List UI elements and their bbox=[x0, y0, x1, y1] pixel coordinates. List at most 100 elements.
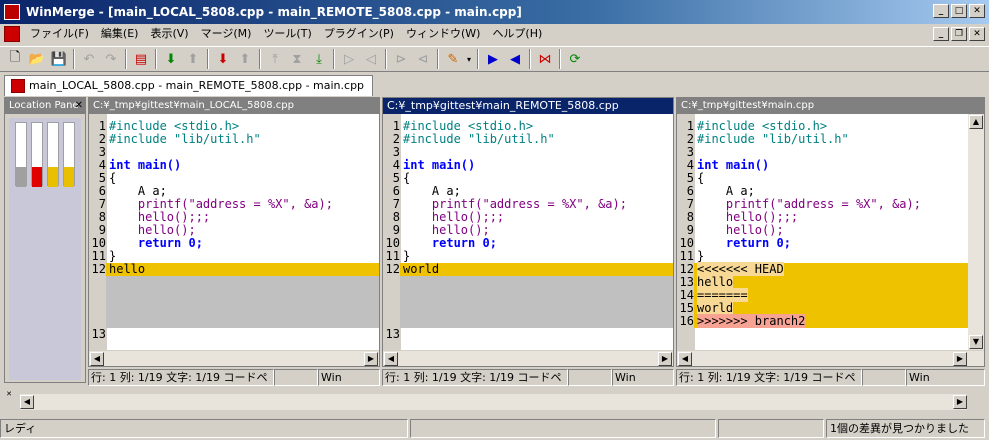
middle-horizontal-scrollbar[interactable]: ◀ ▶ bbox=[383, 350, 673, 366]
left-code[interactable]: 1 #include <stdio.h> 2 #include "lib/util.… bbox=[89, 120, 379, 341]
missing-lines-block bbox=[383, 276, 673, 328]
code-line: 10 return 0; bbox=[89, 237, 379, 250]
close-button[interactable]: ✕ bbox=[969, 4, 985, 18]
conflict-marker-head: <<<<<<< HEAD bbox=[697, 262, 784, 276]
menu-file[interactable]: ファイル(F) bbox=[24, 25, 95, 43]
copy-left-advance-icon[interactable]: ⊲ bbox=[412, 48, 434, 70]
scroll-left-arrow-icon[interactable]: ◀ bbox=[90, 352, 104, 366]
location-pane-label: Location Pane bbox=[9, 100, 79, 111]
doc-restore-button[interactable]: ❐ bbox=[951, 27, 967, 41]
toolbar-separator bbox=[73, 49, 75, 69]
winmerge-app-icon[interactable] bbox=[4, 4, 20, 20]
location-segment bbox=[48, 167, 58, 187]
prev-diff-icon[interactable]: ⬆ bbox=[182, 48, 204, 70]
left-pane[interactable]: C:¥_tmp¥gittest¥main_LOCAL_5808.cpp 1 #in… bbox=[88, 97, 380, 367]
copy-right-icon[interactable]: ▷ bbox=[338, 48, 360, 70]
scroll-left-arrow-icon[interactable]: ◀ bbox=[384, 352, 398, 366]
scroll-right-arrow-icon[interactable]: ▶ bbox=[658, 352, 672, 366]
left-pane-path: C:¥_tmp¥gittest¥main_LOCAL_5808.cpp bbox=[89, 98, 379, 114]
conflict-line: 16 >>>>>>> branch2 bbox=[677, 314, 968, 328]
menu-plugins[interactable]: プラグイン(P) bbox=[318, 25, 400, 43]
diff-count: 1個の差異が見つかりました bbox=[826, 419, 985, 438]
middle-pane[interactable]: C:¥_tmp¥gittest¥main_REMOTE_5808.cpp 1 #i… bbox=[382, 97, 674, 367]
scroll-track[interactable] bbox=[20, 394, 967, 410]
right-code[interactable]: 1 #include <stdio.h> 2 #include "lib/util.… bbox=[677, 120, 968, 328]
scroll-left-arrow-icon[interactable]: ◀ bbox=[20, 395, 34, 409]
merge-icon[interactable]: ⋈ bbox=[534, 48, 556, 70]
new-icon[interactable]: 🗋 bbox=[4, 48, 26, 70]
scroll-right-arrow-icon[interactable]: ▶ bbox=[953, 395, 967, 409]
left-horizontal-scrollbar[interactable]: ◀ ▶ bbox=[89, 350, 379, 366]
document-icon[interactable] bbox=[4, 26, 20, 42]
menu-edit[interactable]: 編集(E) bbox=[95, 25, 145, 43]
code-line: 13 bbox=[383, 328, 673, 341]
scroll-up-arrow-icon[interactable]: ▲ bbox=[969, 115, 983, 129]
eol-type: Win bbox=[906, 369, 985, 386]
diff-pane-scrollbar[interactable]: ✕ ◀ ▶ bbox=[4, 390, 985, 412]
refresh-icon[interactable]: ⟳ bbox=[564, 48, 586, 70]
scroll-left-arrow-icon[interactable]: ◀ bbox=[678, 352, 692, 366]
doc-minimize-button[interactable]: _ bbox=[933, 27, 949, 41]
next-diff-icon[interactable]: ⬇ bbox=[160, 48, 182, 70]
minimize-button[interactable]: _ bbox=[933, 4, 949, 18]
next-file-icon[interactable]: ▶ bbox=[482, 48, 504, 70]
menu-tools[interactable]: ツール(T) bbox=[257, 25, 317, 43]
location-bar-left-diff bbox=[31, 122, 43, 187]
first-icon[interactable]: ⤒ bbox=[264, 48, 286, 70]
right-pane-path: C:¥_tmp¥gittest¥main.cpp bbox=[677, 98, 984, 114]
right-vertical-scrollbar[interactable]: ▲ ▼ bbox=[968, 114, 984, 350]
prev-conflict-icon[interactable]: ⬆ bbox=[234, 48, 256, 70]
location-segment bbox=[16, 167, 26, 187]
location-map[interactable] bbox=[9, 118, 81, 380]
prev-file-icon[interactable]: ◀ bbox=[504, 48, 526, 70]
toolbar-separator bbox=[333, 49, 335, 69]
code-line: 10 return 0; bbox=[383, 237, 673, 250]
tab-merge-document[interactable]: main_LOCAL_5808.cpp - main_REMOTE_5808.c… bbox=[4, 75, 374, 96]
code-line: 13 bbox=[89, 328, 379, 341]
open-icon[interactable]: 📂 bbox=[26, 48, 48, 70]
menu-merge[interactable]: マージ(M) bbox=[195, 25, 258, 43]
right-horizontal-scrollbar[interactable]: ◀ ▶ bbox=[677, 350, 984, 366]
copy-left-icon[interactable]: ◁ bbox=[360, 48, 382, 70]
right-pane[interactable]: C:¥_tmp¥gittest¥main.cpp 1 #include <stdi… bbox=[676, 97, 985, 367]
status-empty bbox=[862, 369, 906, 386]
menu-view[interactable]: 表示(V) bbox=[144, 25, 194, 43]
scroll-right-arrow-icon[interactable]: ▶ bbox=[953, 352, 967, 366]
maximize-button[interactable]: □ bbox=[951, 4, 967, 18]
next-conflict-icon[interactable]: ⬇ bbox=[212, 48, 234, 70]
toolbar-separator bbox=[529, 49, 531, 69]
toolbar-separator bbox=[385, 49, 387, 69]
diff-line: 12 hello bbox=[89, 263, 379, 276]
scroll-right-arrow-icon[interactable]: ▶ bbox=[364, 352, 378, 366]
status-bar: レディ 1個の差異が見つかりました bbox=[0, 419, 989, 440]
toolbar-separator bbox=[559, 49, 561, 69]
options-dropdown-icon[interactable]: ▾ bbox=[464, 48, 474, 70]
conflict-marker-branch: >>>>>>> branch2 bbox=[697, 314, 806, 328]
options-icon[interactable]: ✎ bbox=[442, 48, 464, 70]
code-line: 4 int main() bbox=[89, 159, 379, 172]
close-icon[interactable]: ✕ bbox=[75, 98, 83, 114]
close-icon[interactable]: ✕ bbox=[4, 390, 14, 400]
menu-window[interactable]: ウィンドウ(W) bbox=[400, 25, 486, 43]
middle-code[interactable]: 1 #include <stdio.h> 2 #include "lib/util.… bbox=[383, 120, 673, 341]
status-empty bbox=[568, 369, 612, 386]
redo-icon[interactable]: ↷ bbox=[100, 48, 122, 70]
save-icon[interactable]: 💾 bbox=[48, 48, 70, 70]
status-empty bbox=[718, 419, 824, 438]
location-pane: Location Pane ✕ bbox=[4, 97, 86, 383]
eol-type: Win bbox=[318, 369, 380, 386]
document-icon bbox=[11, 79, 25, 93]
last-icon[interactable]: ⤓ bbox=[308, 48, 330, 70]
menu-help[interactable]: ヘルプ(H) bbox=[486, 25, 548, 43]
copy-right-advance-icon[interactable]: ⊳ bbox=[390, 48, 412, 70]
undo-icon[interactable]: ↶ bbox=[78, 48, 100, 70]
cursor-position: 行: 1 列: 1/19 文字: 1/19 コードペ bbox=[88, 369, 274, 386]
middle-pane-path: C:¥_tmp¥gittest¥main_REMOTE_5808.cpp bbox=[383, 98, 673, 114]
doc-close-button[interactable]: ✕ bbox=[969, 27, 985, 41]
status-empty bbox=[410, 419, 716, 438]
status-ready: レディ bbox=[0, 419, 408, 438]
location-pane-title: Location Pane ✕ bbox=[5, 98, 85, 114]
first-diff-icon[interactable]: ▤ bbox=[130, 48, 152, 70]
scroll-down-arrow-icon[interactable]: ▼ bbox=[969, 335, 983, 349]
current-icon[interactable]: ⧗ bbox=[286, 48, 308, 70]
